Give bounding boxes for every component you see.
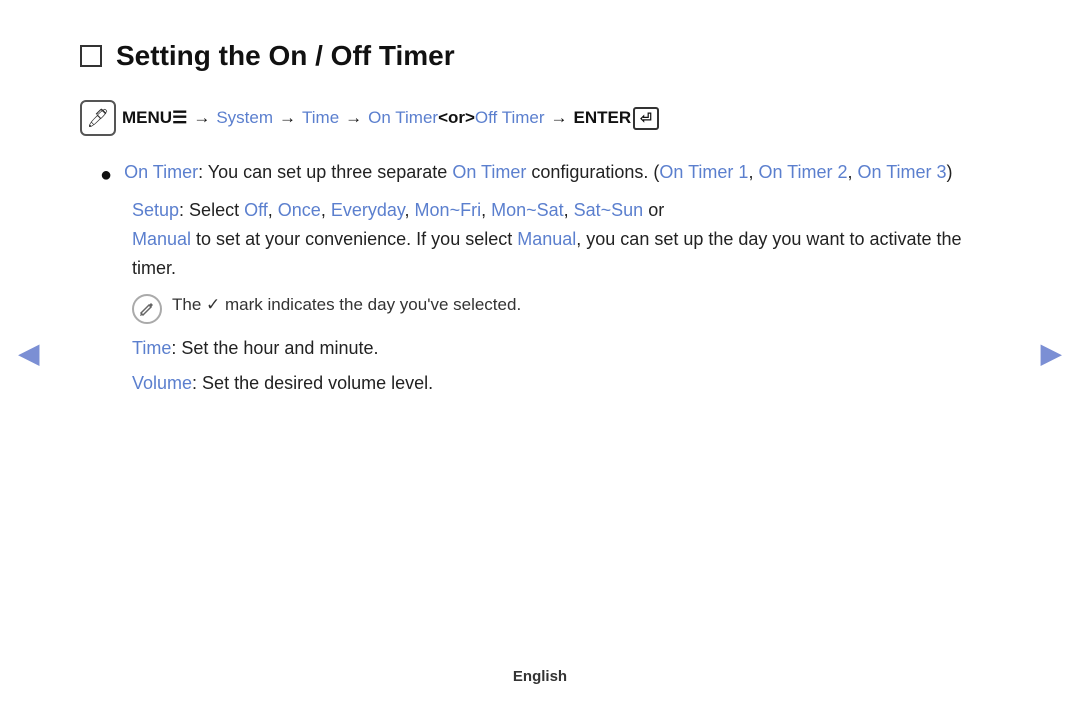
time-detail: Time: Set the hour and minute. [132,334,1000,363]
time-detail-label: Time [132,338,171,358]
off-timer-path-label: Off Timer [475,108,545,128]
setup-block: Setup: Select Off, Once, Everyday, Mon~F… [132,196,1000,282]
on-timer-path-label: On Timer [368,108,438,128]
arrow-1: → [193,108,210,128]
setup-label: Setup [132,200,179,220]
mon-fri-option: Mon~Fri [415,200,482,220]
enter-icon: ⏎ [633,107,659,130]
title-row: Setting the On / Off Timer [80,40,1000,72]
on-timer-inline: On Timer [452,162,526,182]
volume-detail-label: Volume [132,373,192,393]
once-option: Once [278,200,321,220]
note-text: The ✓ mark indicates the day you've sele… [172,292,521,318]
comma-1: , [748,162,758,182]
on-timer-3: On Timer 3 [858,162,947,182]
or-text: or [643,200,664,220]
enter-label: ENTER⏎ [574,107,659,130]
comma-2: , [847,162,857,182]
volume-desc: : Set the desired volume level. [192,373,433,393]
time-desc: : Set the hour and minute. [171,338,378,358]
comma-3: , [268,200,278,220]
page-container: Setting the On / Off Timer 🖊 MENU☰ → Sys… [0,0,1080,705]
arrow-3: → [345,108,362,128]
on-timer-2: On Timer 2 [758,162,847,182]
arrow-4: → [551,108,568,128]
comma-6: , [481,200,491,220]
mon-sat-option: Mon~Sat [491,200,564,220]
arrow-2: → [279,108,296,128]
volume-detail: Volume: Set the desired volume level. [132,369,1000,398]
time-label: Time [302,108,339,128]
content-area: ● On Timer: You can set up three separat… [100,158,1000,398]
page-title: Setting the On / Off Timer [116,40,455,72]
system-label: System [216,108,273,128]
menu-hand-icon: 🖊 [80,100,116,136]
nav-left-arrow[interactable]: ◀ [18,336,40,369]
on-timer-desc1: : You can set up three separate [198,162,452,182]
on-timer-text: On Timer: You can set up three separate … [124,158,952,187]
bullet-dot: ● [100,160,112,190]
off-option: Off [244,200,268,220]
menu-label: MENU [122,108,172,128]
note-icon [132,294,162,324]
nav-right-arrow[interactable]: ▶ [1040,336,1062,369]
menu-symbol: ☰ [172,108,187,128]
footer-language: English [513,668,567,685]
bullet-on-timer: ● On Timer: You can set up three separat… [100,158,1000,190]
comma-5: , [405,200,415,220]
pencil-svg [139,301,155,317]
checkbox-icon [80,45,102,67]
setup-desc1: : Select [179,200,244,220]
or-label: <or> [438,108,475,128]
note-row: The ✓ mark indicates the day you've sele… [132,292,1000,324]
sat-sun-option: Sat~Sun [574,200,644,220]
comma-7: , [564,200,574,220]
setup-desc2: to set at your convenience. If you selec… [191,229,517,249]
on-timer-desc2: configurations. ( [526,162,659,182]
on-timer-label: On Timer [124,162,198,182]
menu-path: 🖊 MENU☰ → System → Time → On Timer <or> … [80,100,1000,136]
manual-option: Manual [132,229,191,249]
manual-2: Manual [517,229,576,249]
everyday-option: Everyday [331,200,405,220]
on-timer-1: On Timer 1 [659,162,748,182]
on-timer-close: ) [947,162,953,182]
comma-4: , [321,200,331,220]
